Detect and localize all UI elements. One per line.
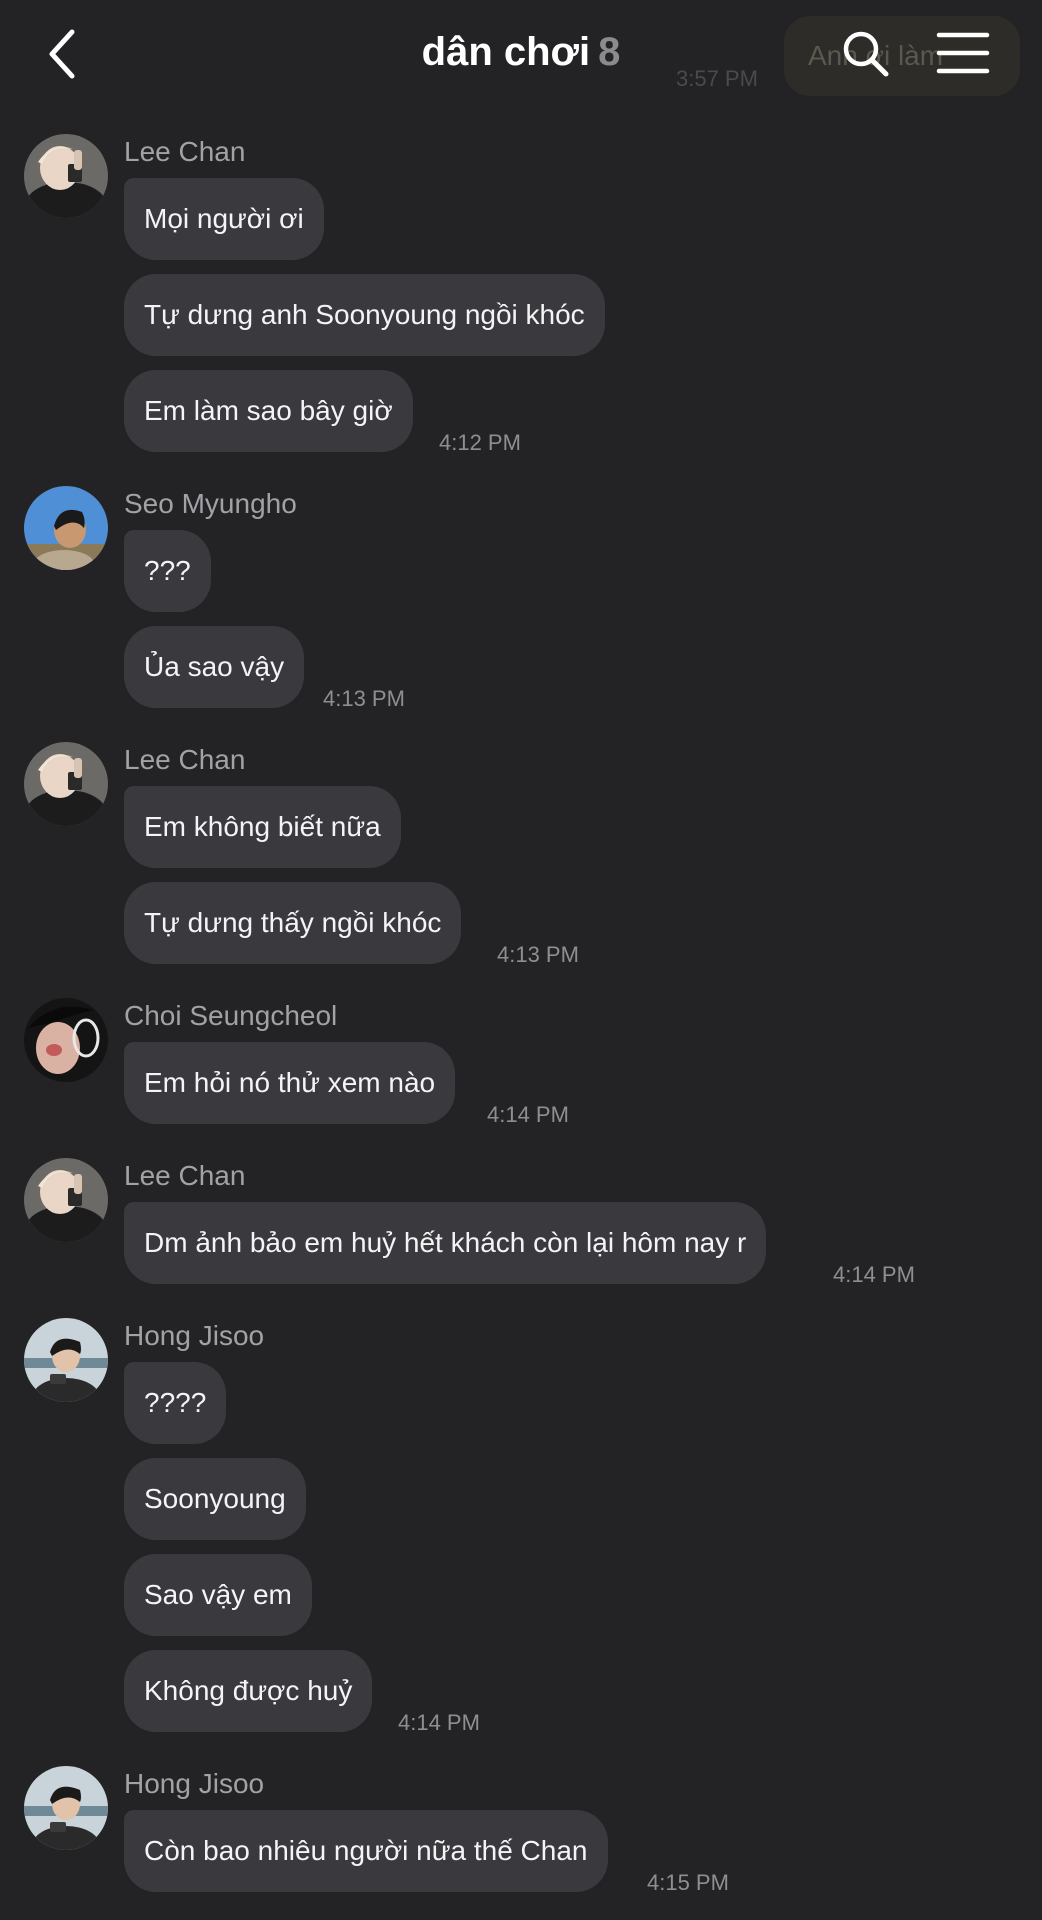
chat-header: dân chơi 8 3:57 PM Anh ơi làm xyxy=(0,0,1042,110)
sender-name: Hong Jisoo xyxy=(124,1320,265,1351)
avatar-hong-jisoo[interactable] xyxy=(24,1766,108,1850)
message-bubble[interactable]: Soonyoung xyxy=(124,1458,306,1540)
message-timestamp: 4:14 PM xyxy=(398,1710,480,1735)
message-timestamp: 4:14 PM xyxy=(487,1102,569,1127)
avatar-choi-seungcheol[interactable] xyxy=(24,998,108,1082)
message-bubble[interactable]: Không được huỷ xyxy=(124,1650,373,1732)
sender-name: Hong Jisoo xyxy=(124,1768,265,1799)
message-bubble[interactable]: Còn bao nhiêu người nữa thế Chan xyxy=(124,1810,608,1892)
avatar-lee-chan[interactable] xyxy=(24,134,108,218)
message-bubble[interactable]: Mọi người ơi xyxy=(124,178,324,260)
sender-name: Choi Seungcheol xyxy=(124,1000,338,1031)
message-bubble[interactable]: Em làm sao bây giờ xyxy=(124,370,413,452)
avatar-hong-jisoo[interactable] xyxy=(24,1318,108,1402)
message-timestamp: 4:15 PM xyxy=(647,1870,729,1895)
search-icon[interactable] xyxy=(840,28,890,78)
sender-name: Lee Chan xyxy=(124,136,246,167)
member-count: 8 xyxy=(598,30,621,74)
message-bubble[interactable]: ??? xyxy=(124,530,211,612)
message-timestamp: 4:13 PM xyxy=(323,686,405,711)
message-timestamp: 4:13 PM xyxy=(497,942,579,967)
message-bubble[interactable]: Ủa sao vậy xyxy=(124,626,305,708)
sender-name: Lee Chan xyxy=(124,744,246,775)
ghost-timestamp: 3:57 PM xyxy=(676,66,758,91)
avatar-lee-chan[interactable] xyxy=(24,742,108,826)
message-bubble[interactable]: Tự dưng anh Soonyoung ngồi khóc xyxy=(124,274,605,356)
menu-icon[interactable] xyxy=(936,30,990,76)
avatar-seo-myungho[interactable] xyxy=(24,486,108,570)
message-bubble[interactable]: Tự dưng thấy ngồi khóc xyxy=(124,882,462,964)
chat-title: dân chơi xyxy=(421,30,591,74)
message-bubble[interactable]: ???? xyxy=(124,1362,227,1444)
message-bubble[interactable]: Em không biết nữa xyxy=(124,786,401,868)
message-bubble[interactable]: Sao vậy em xyxy=(124,1554,312,1636)
message-bubble[interactable]: Em hỏi nó thử xem nào xyxy=(124,1042,456,1124)
avatar-lee-chan[interactable] xyxy=(24,1158,108,1242)
message-timestamp: 4:12 PM xyxy=(439,430,521,455)
sender-name: Seo Myungho xyxy=(124,488,297,519)
message-bubble[interactable]: Dm ảnh bảo em huỷ hết khách còn lại hôm … xyxy=(124,1202,767,1284)
sender-name: Lee Chan xyxy=(124,1160,246,1191)
back-arrow-icon[interactable] xyxy=(40,26,86,82)
message-timestamp: 4:14 PM xyxy=(833,1262,915,1287)
